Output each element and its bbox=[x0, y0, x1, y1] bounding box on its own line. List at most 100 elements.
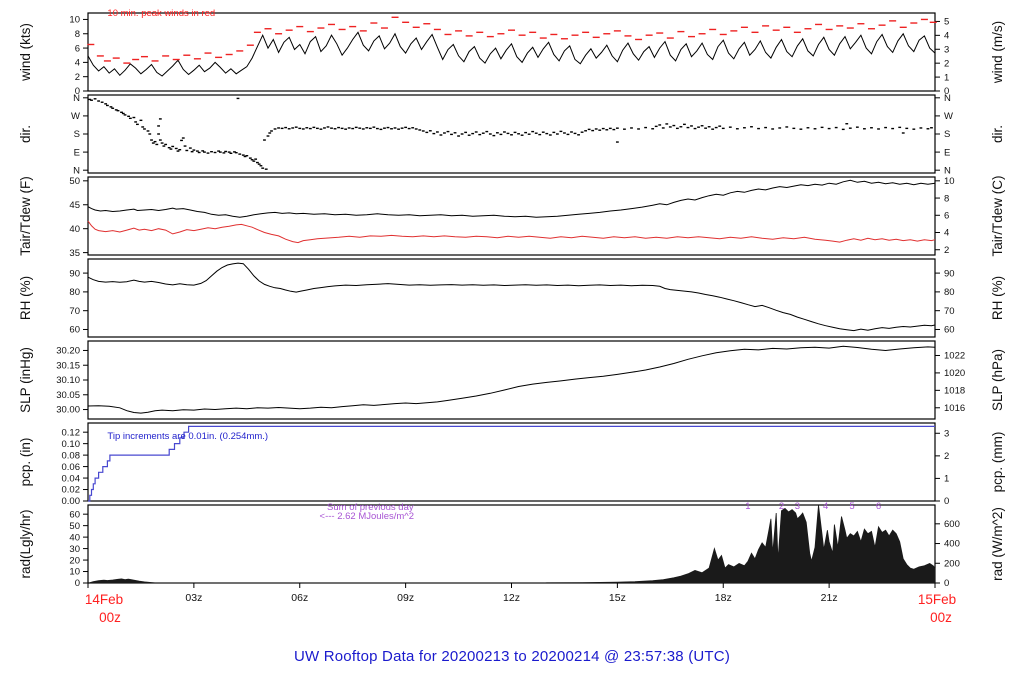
tair-left-tick-label: 40 bbox=[69, 224, 80, 235]
rh-left-tick-label: 90 bbox=[69, 268, 80, 279]
tair-right-tick-label: 8 bbox=[944, 193, 949, 204]
dir-left-tick-label: W bbox=[71, 111, 80, 122]
slp-left-tick-label: 30.10 bbox=[56, 375, 80, 386]
tair-left-tick-label: 45 bbox=[69, 200, 80, 211]
dir-right-tick-label: N bbox=[944, 165, 951, 176]
pcp-right-tick-label: 2 bbox=[944, 451, 949, 462]
slp-left-axis-title: SLP (inHg) bbox=[18, 347, 33, 413]
slp-left-tick-label: 30.20 bbox=[56, 346, 80, 357]
rad-left-tick-label: 10 bbox=[69, 567, 80, 578]
rad-annotation-3: 2 bbox=[779, 501, 784, 512]
dir-left-tick-label: N bbox=[73, 93, 80, 104]
wind-right-tick-label: 3 bbox=[944, 44, 949, 55]
rad-annotation-2: 1 bbox=[745, 501, 750, 512]
pcp-left-axis-title: pcp. (in) bbox=[18, 438, 33, 487]
end-hour-label: 00z bbox=[930, 610, 952, 625]
rad-annotation-6: 5 bbox=[849, 501, 854, 512]
time-tick-label: 06z bbox=[291, 592, 308, 604]
wind-annotation-0: 10 min. peak winds in red bbox=[107, 8, 215, 19]
slp-left-tick-label: 30.05 bbox=[56, 390, 80, 401]
panel-tair: 35 40 45 50 2 4 6 8 10 Tair/Tdew (F) Tair/Tdew (C) bbox=[18, 175, 1005, 258]
dir-right-tick-label: S bbox=[944, 129, 950, 140]
rh-left-tick-label: 80 bbox=[69, 287, 80, 298]
tair-line bbox=[87, 179, 936, 218]
rad-left-tick-label: 0 bbox=[75, 578, 80, 589]
wind-right-tick-label: 2 bbox=[944, 58, 949, 69]
wind-peak-dashes bbox=[87, 16, 937, 64]
wind-left-tick-label: 6 bbox=[75, 43, 80, 54]
rad-annotation-7: 6 bbox=[876, 501, 881, 512]
solar-radiation-area bbox=[89, 504, 936, 584]
wind-right-tick-label: 5 bbox=[944, 17, 949, 28]
rad-right-tick-label: 600 bbox=[944, 519, 960, 530]
dir-left-tick-label: E bbox=[74, 147, 80, 158]
rh-right-tick-label: 80 bbox=[944, 287, 955, 298]
sea-level-pressure-line bbox=[87, 345, 936, 414]
rad-right-axis-title: rad (W/m^2) bbox=[990, 507, 1005, 581]
rad-annotation-1: <--- 2.62 MJoules/m^2 bbox=[320, 511, 414, 522]
pcp-left-tick-label: 0.02 bbox=[62, 485, 81, 496]
dir-left-tick-label: N bbox=[73, 165, 80, 176]
time-tick-label: 15z bbox=[609, 592, 626, 604]
start-hour-label: 00z bbox=[99, 610, 121, 625]
wind-right-axis-title: wind (m/s) bbox=[990, 21, 1005, 84]
end-date-label: 15Feb bbox=[918, 592, 956, 607]
wind-left-tick-label: 4 bbox=[75, 58, 80, 69]
rad-left-axis-title: rad(Lgly/hr) bbox=[18, 509, 33, 578]
pcp-left-tick-label: 0.12 bbox=[62, 427, 81, 438]
time-tick-label: 09z bbox=[397, 592, 414, 604]
wind-left-tick-label: 2 bbox=[75, 72, 80, 83]
panel-pcp: 0.000.020.040.060.080.100.12 0 1 2 3 pcp. (in… bbox=[18, 422, 1005, 507]
pcp-left-tick-label: 0.00 bbox=[62, 496, 81, 507]
tair-right-axis-title: Tair/Tdew (C) bbox=[990, 175, 1005, 256]
panel-dir: NESWNNESWNdir. dir. bbox=[18, 93, 1005, 176]
time-axis: 03z 06z 09z 12z 15z 18z 21z 14Feb 00z 15Feb 00z bbox=[85, 583, 956, 625]
tair-right-tick-label: 6 bbox=[944, 210, 949, 221]
wind-right-tick-label: 4 bbox=[944, 31, 949, 42]
rh-right-tick-label: 70 bbox=[944, 306, 955, 317]
wind-left-tick-label: 10 bbox=[69, 15, 80, 26]
pcp-left-tick-label: 0.06 bbox=[62, 462, 81, 473]
rad-right-tick-label: 400 bbox=[944, 539, 960, 550]
slp-right-axis-title: SLP (hPa) bbox=[990, 349, 1005, 411]
dir-right-tick-label: N bbox=[944, 93, 951, 104]
tair-right-tick-label: 10 bbox=[944, 176, 955, 187]
slp-right-tick-label: 1022 bbox=[944, 351, 965, 362]
wind-right-tick-label: 1 bbox=[944, 72, 949, 83]
rh-left-tick-label: 70 bbox=[69, 306, 80, 317]
dir-right-tick-label: E bbox=[944, 147, 950, 158]
panel-wind: 0246810012345wind (kts) wind (m/s)10 min.… bbox=[18, 8, 1005, 97]
time-tick-label: 18z bbox=[715, 592, 732, 604]
tdew-line bbox=[87, 220, 936, 244]
pcp-annotation-0: Tip increments are 0.01in. (0.254mm.) bbox=[107, 431, 268, 442]
panel-slp: 30.00 30.05 30.10 30.15 30.20 1016 1018 1020 102… bbox=[18, 340, 1005, 420]
time-tick-label: 12z bbox=[503, 592, 520, 604]
start-date-label: 14Feb bbox=[85, 592, 123, 607]
pcp-right-tick-label: 0 bbox=[944, 496, 949, 507]
rh-left-axis-title: RH (%) bbox=[18, 276, 33, 320]
slp-right-tick-label: 1020 bbox=[944, 368, 965, 379]
dir-right-axis-title: dir. bbox=[990, 125, 1005, 143]
multipanel-chart: 0 2 4 6 8 10 0 1 2 3 4 5 wind (kts) wind (m/s) 10 min.… bbox=[0, 0, 1024, 700]
panel-rh: 60 70 80 90 60 70 80 90 RH (%) RH (%) bbox=[18, 258, 1005, 338]
rad-right-tick-label: 0 bbox=[944, 578, 949, 589]
time-tick-label: 03z bbox=[185, 592, 202, 604]
slp-right-tick-label: 1018 bbox=[944, 386, 965, 397]
weather-plot-figure: 0 2 4 6 8 10 0 1 2 3 4 5 wind (kts) wind (m/s) 10 min.… bbox=[0, 0, 1024, 700]
tair-left-tick-label: 50 bbox=[69, 176, 80, 187]
slp-left-tick-label: 30.00 bbox=[56, 405, 80, 416]
rh-right-tick-label: 60 bbox=[944, 325, 955, 336]
pcp-left-tick-label: 0.04 bbox=[62, 473, 81, 484]
pcp-right-tick-label: 1 bbox=[944, 474, 949, 485]
rad-left-tick-label: 40 bbox=[69, 532, 80, 543]
rad-annotation-5: 4 bbox=[823, 501, 828, 512]
panel-rad: 01020304050600200400600rad(Lgly/hr) rad (… bbox=[18, 501, 1005, 589]
dir-left-tick-label: S bbox=[74, 129, 80, 140]
slp-left-tick-label: 30.15 bbox=[56, 360, 80, 371]
tair-left-tick-label: 35 bbox=[69, 248, 80, 259]
tair-right-tick-label: 2 bbox=[944, 245, 949, 256]
wind-left-tick-label: 8 bbox=[75, 29, 80, 40]
rh-right-tick-label: 90 bbox=[944, 268, 955, 279]
plot-title: UW Rooftop Data for 20200213 to 20200214… bbox=[293, 648, 731, 665]
rad-left-tick-label: 50 bbox=[69, 521, 80, 532]
